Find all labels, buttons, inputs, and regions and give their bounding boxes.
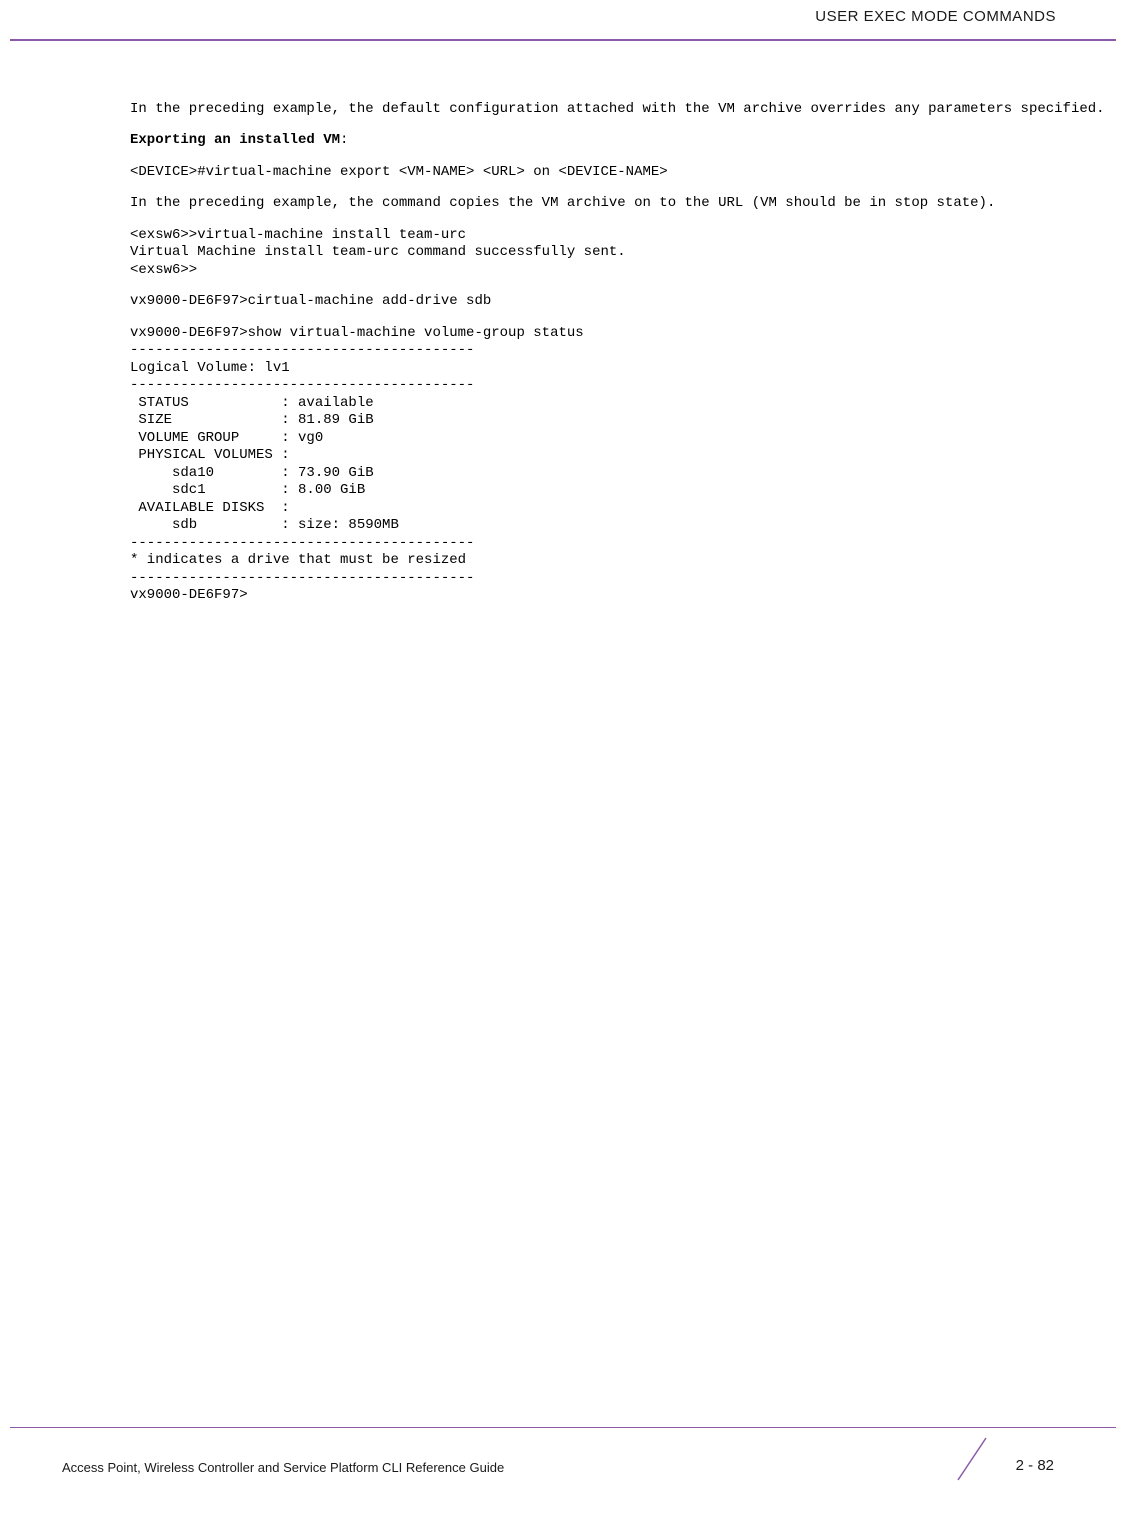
block-volume-status: vx9000-DE6F97>show virtual-machine volum… [130,325,1056,605]
header-title: USER EXEC MODE COMMANDS [815,8,1056,25]
page-footer: Access Point, Wireless Controller and Se… [0,1427,1126,1477]
text-explain: In the preceding example, the command co… [130,195,995,211]
heading-export-suffix: : [340,132,348,148]
block-install: <exsw6>>virtual-machine install team-urc… [130,227,1056,280]
command-export: <DEVICE>#virtual-machine export <VM-NAME… [130,164,1056,182]
footer-right: 2 - 82 [950,1436,1054,1476]
page-number: 2 - 82 [1016,1457,1054,1476]
paragraph-explain: In the preceding example, the command co… [130,195,1056,213]
text-intro: In the preceding example, the default co… [130,101,1105,117]
command-add-drive: vx9000-DE6F97>cirtual-machine add-drive … [130,293,1056,311]
paragraph-intro: In the preceding example, the default co… [130,101,1056,119]
command-export-text: <DEVICE>#virtual-machine export <VM-NAME… [130,164,668,180]
slash-icon [950,1436,994,1482]
page-content: In the preceding example, the default co… [0,41,1126,639]
heading-export-bold: Exporting an installed VM [130,132,340,148]
footer-inner: Access Point, Wireless Controller and Se… [0,1436,1126,1476]
footer-divider [10,1427,1116,1429]
footer-guide-title: Access Point, Wireless Controller and Se… [62,1460,504,1476]
page-header: USER EXEC MODE COMMANDS [0,0,1126,39]
heading-export: Exporting an installed VM: [130,132,1056,150]
command-add-drive-text: vx9000-DE6F97>cirtual-machine add-drive … [130,293,491,309]
